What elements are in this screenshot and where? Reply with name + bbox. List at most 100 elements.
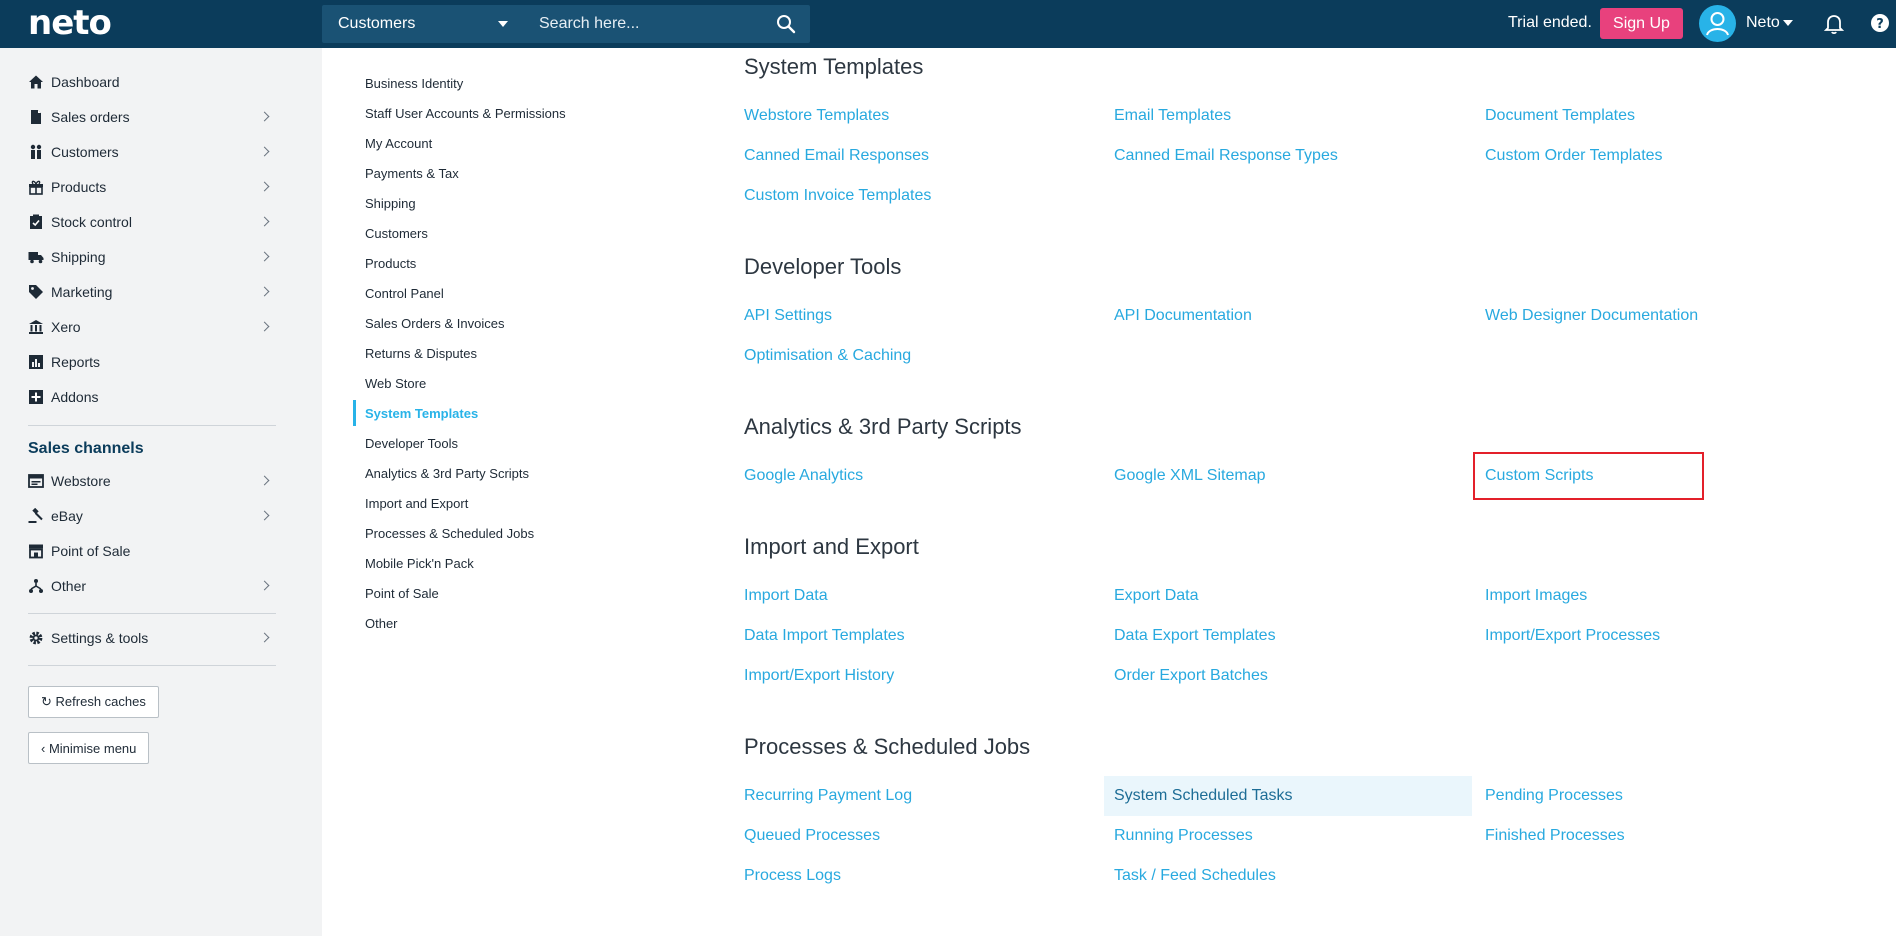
sidebar-item-settings[interactable]: Settings & tools [28,625,274,651]
user-icon [1706,12,1729,36]
link-import-export-history[interactable]: Import/Export History [744,667,894,685]
link-optimisation-caching[interactable]: Optimisation & Caching [744,347,911,365]
sidebar: Dashboard Sales orders Customers Product… [0,48,322,936]
sidebar-item-point-of-sale[interactable]: Point of Sale [28,538,274,564]
user-menu[interactable]: Neto [1746,14,1793,32]
bell-icon[interactable] [1824,13,1844,35]
sidebar-item-xero[interactable]: Xero [28,314,274,340]
sidebar-divider [28,665,276,666]
link-finished-processes[interactable]: Finished Processes [1485,827,1625,845]
link-custom-invoice-templates[interactable]: Custom Invoice Templates [744,187,931,205]
link-web-designer-documentation[interactable]: Web Designer Documentation [1485,307,1698,325]
sidebar-item-shipping[interactable]: Shipping [28,244,274,270]
subnav-item[interactable]: Payments & Tax [365,166,459,181]
link-google-xml-sitemap[interactable]: Google XML Sitemap [1114,467,1265,485]
link-canned-email-responses[interactable]: Canned Email Responses [744,147,929,165]
link-task-feed-schedules[interactable]: Task / Feed Schedules [1114,867,1276,885]
neto-logo[interactable]: neto [28,6,112,40]
subnav-item[interactable]: Other [365,616,398,631]
subnav-item[interactable]: Import and Export [365,496,468,511]
sidebar-item-sales-orders[interactable]: Sales orders [28,104,274,130]
link-recurring-payment-log[interactable]: Recurring Payment Log [744,787,912,805]
minimise-menu-button[interactable]: ‹ Minimise menu [28,732,150,764]
search-category-label: Customers [338,15,416,32]
link-order-export-batches[interactable]: Order Export Batches [1114,667,1268,685]
link-canned-email-response-types[interactable]: Canned Email Response Types [1114,147,1338,165]
link-import-images[interactable]: Import Images [1485,587,1587,605]
svg-text:?: ? [1876,17,1884,32]
search-icon[interactable] [776,14,796,34]
link-email-templates[interactable]: Email Templates [1114,107,1231,125]
sales-channels-title: Sales channels [28,440,144,457]
link-document-templates[interactable]: Document Templates [1485,107,1635,125]
sidebar-item-reports[interactable]: Reports [28,349,274,375]
link-import-data[interactable]: Import Data [744,587,828,605]
chevron-down-icon [498,21,508,27]
link-pending-processes[interactable]: Pending Processes [1485,787,1623,805]
chevron-right-icon [259,510,270,521]
subnav-item[interactable]: Products [365,256,416,271]
people-icon [30,144,42,159]
group-title-system-templates: System Templates [744,54,924,79]
link-custom-order-templates[interactable]: Custom Order Templates [1485,147,1663,165]
subnav-item[interactable]: Point of Sale [365,586,439,601]
group-title-import-export: Import and Export [744,534,919,559]
link-export-data[interactable]: Export Data [1114,587,1198,605]
sign-up-button[interactable]: Sign Up [1600,8,1683,39]
subnav-item[interactable]: Shipping [365,196,416,211]
chevron-right-icon [259,475,270,486]
subnav-item[interactable]: Processes & Scheduled Jobs [365,526,534,541]
sidebar-item-label: Marketing [51,284,113,300]
search-category-select[interactable]: Customers [322,5,522,43]
link-api-settings[interactable]: API Settings [744,307,832,325]
subnav-item[interactable]: Staff User Accounts & Permissions [365,106,566,121]
sidebar-item-label: Xero [51,319,81,335]
subnav-item[interactable]: Returns & Disputes [365,346,477,361]
sidebar-item-label: eBay [51,508,83,524]
link-api-documentation[interactable]: API Documentation [1114,307,1252,325]
subnav-item[interactable]: Control Panel [365,286,444,301]
subnav-item[interactable]: Analytics & 3rd Party Scripts [365,466,529,481]
sidebar-item-webstore[interactable]: Webstore [28,468,274,494]
sidebar-item-other[interactable]: Other [28,573,274,599]
refresh-caches-button[interactable]: ↻ Refresh caches [28,686,159,718]
subnav-item[interactable]: Sales Orders & Invoices [365,316,504,331]
link-data-import-templates[interactable]: Data Import Templates [744,627,905,645]
chevron-right-icon [259,632,270,643]
search-input[interactable] [527,5,767,43]
sidebar-item-marketing[interactable]: Marketing [28,279,274,305]
subnav-item[interactable]: Mobile Pick'n Pack [365,556,474,571]
sidebar-item-dashboard[interactable]: Dashboard [28,69,274,95]
subnav-item[interactable]: Customers [365,226,428,241]
sidebar-item-products[interactable]: Products [28,174,274,200]
sidebar-item-customers[interactable]: Customers [28,139,274,165]
truck-icon [28,252,44,264]
subnav-item[interactable]: Business Identity [365,76,463,91]
sidebar-item-label: Webstore [51,473,111,489]
avatar[interactable] [1699,5,1736,42]
subnav-item[interactable]: Developer Tools [365,436,458,451]
store-icon [29,544,43,559]
help-icon[interactable]: ? [1870,13,1890,33]
subnav-item[interactable]: My Account [365,136,432,151]
link-webstore-templates[interactable]: Webstore Templates [744,107,889,125]
link-data-export-templates[interactable]: Data Export Templates [1114,627,1276,645]
link-import-export-processes[interactable]: Import/Export Processes [1485,627,1660,645]
link-queued-processes[interactable]: Queued Processes [744,827,880,845]
link-process-logs[interactable]: Process Logs [744,867,841,885]
subnav-item-active[interactable]: System Templates [365,406,478,421]
sidebar-item-addons[interactable]: Addons [28,384,274,410]
link-google-analytics[interactable]: Google Analytics [744,467,863,485]
report-icon [29,355,43,369]
sidebar-item-label: Shipping [51,249,106,265]
link-system-scheduled-tasks[interactable]: System Scheduled Tasks [1114,787,1292,805]
link-running-processes[interactable]: Running Processes [1114,827,1253,845]
sidebar-item-stock-control[interactable]: Stock control [28,209,274,235]
sidebar-item-label: Other [51,578,87,594]
chevron-right-icon [259,111,270,122]
sidebar-item-ebay[interactable]: eBay [28,503,274,529]
document-icon [31,110,41,124]
clipboard-check-icon [30,214,42,229]
subnav-item[interactable]: Web Store [365,376,426,391]
sidebar-divider [28,425,276,426]
